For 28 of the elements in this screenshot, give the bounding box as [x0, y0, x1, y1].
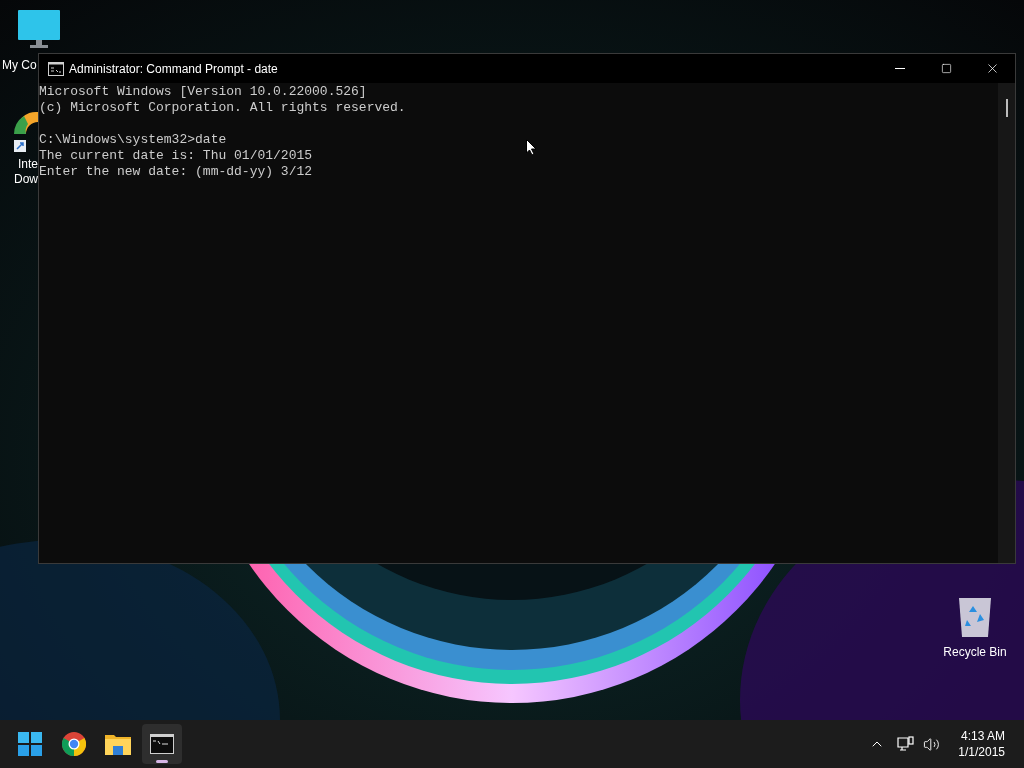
window-title: Administrator: Command Prompt - date — [69, 60, 278, 78]
console-line: The current date is: Thu 01/01/2015 — [39, 148, 313, 164]
console-app-icon — [48, 61, 64, 76]
windows-logo-icon — [18, 732, 42, 756]
network-icon[interactable] — [897, 736, 916, 752]
active-indicator — [156, 760, 168, 763]
minimize-icon — [895, 68, 905, 69]
browser-icon — [62, 732, 86, 756]
mouse-pointer-icon — [526, 139, 537, 156]
console-line: (c) Microsoft Corporation. All rights reserved. — [39, 100, 406, 116]
folder-icon — [105, 733, 131, 755]
clock-time: 4:13 AM — [960, 728, 1005, 744]
clock-date: 1/1/2015 — [958, 744, 1005, 760]
recycle-bin-icon[interactable] — [957, 596, 993, 638]
clock[interactable]: 4:13 AM 1/1/2015 — [958, 728, 1005, 760]
icon-label: My Co — [2, 59, 37, 71]
console-line: Microsoft Windows [Version 10.0.22000.526] — [39, 84, 367, 100]
console-line: C:\Windows\system32>date — [39, 132, 227, 148]
monitor-icon[interactable] — [18, 10, 60, 50]
icon-label: Dow — [14, 173, 38, 185]
console-line: Enter the new date: (mm-dd-yy) 3/12 — [39, 164, 313, 180]
taskbar-button[interactable] — [142, 724, 182, 764]
icon-label: Inte — [18, 158, 38, 170]
maximize-icon — [940, 63, 952, 74]
scrollbar-thumb[interactable] — [1005, 99, 1008, 117]
icon-label: Recycle Bin — [943, 646, 1007, 658]
terminal-icon — [150, 734, 174, 754]
volume-icon[interactable] — [923, 735, 941, 753]
